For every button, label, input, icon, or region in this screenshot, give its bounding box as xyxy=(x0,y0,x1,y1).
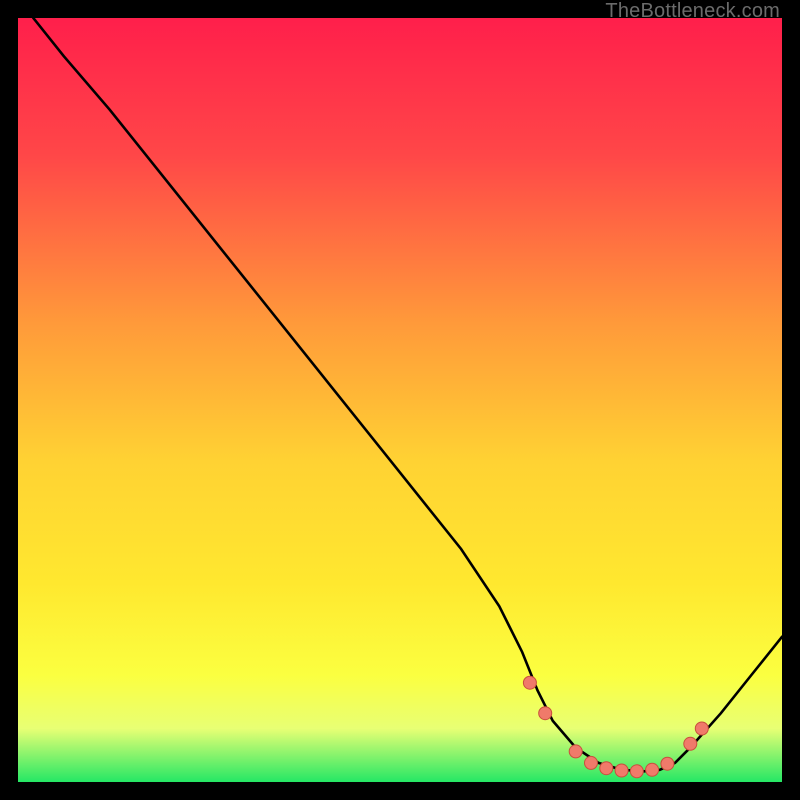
gradient-bg xyxy=(18,18,782,782)
data-point xyxy=(569,745,582,758)
data-point xyxy=(661,757,674,770)
data-point xyxy=(539,707,552,720)
data-point xyxy=(646,763,659,776)
data-point xyxy=(684,737,697,750)
data-point xyxy=(630,765,643,778)
watermark: TheBottleneck.com xyxy=(605,0,780,23)
data-point xyxy=(600,762,613,775)
data-point xyxy=(523,676,536,689)
data-point xyxy=(615,764,628,777)
data-point xyxy=(695,722,708,735)
chart-plot xyxy=(18,18,782,782)
chart-frame: TheBottleneck.com xyxy=(0,0,800,800)
data-point xyxy=(585,756,598,769)
